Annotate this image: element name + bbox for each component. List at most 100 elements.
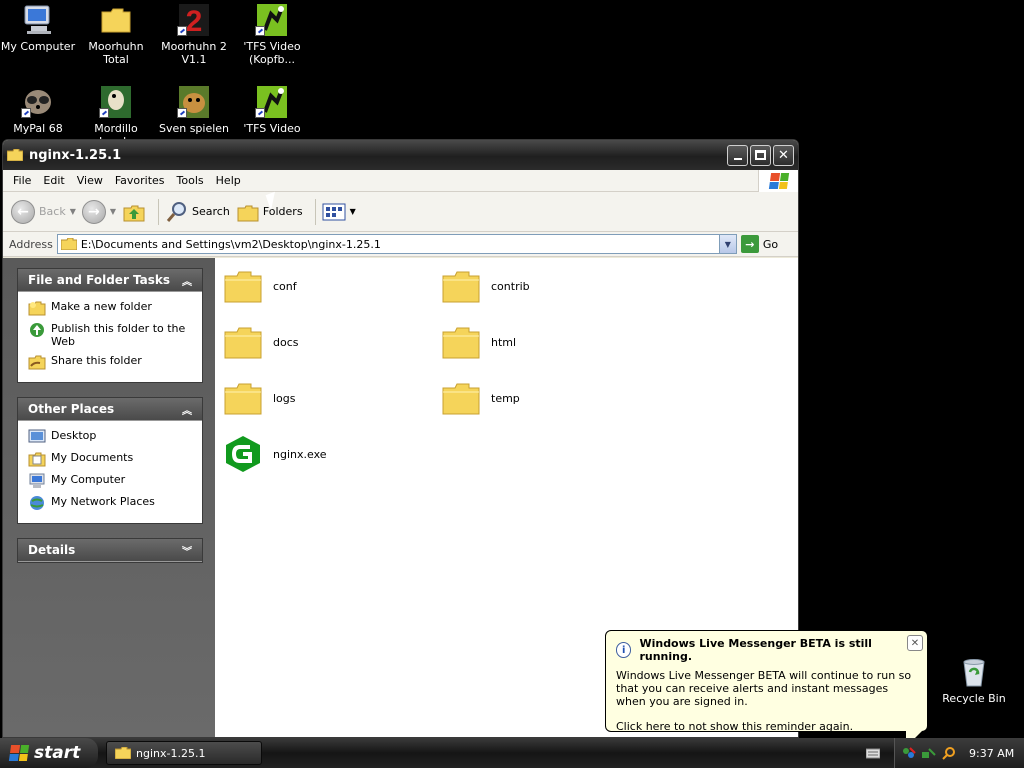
close-icon: ✕ [910,637,920,649]
keyboard-icon[interactable] [866,746,880,760]
desktop-icon [28,429,46,443]
tfs-video-icon [255,4,289,36]
menu-favorites[interactable]: Favorites [109,170,171,192]
menu-tools[interactable]: Tools [171,170,210,192]
place-my-computer[interactable]: My Computer [28,473,194,489]
taskbar-item-nginx[interactable]: nginx-1.25.1 [106,741,262,765]
search-tray-icon[interactable] [941,746,956,761]
address-dropdown-button[interactable]: ▼ [718,235,736,253]
windows-flag-icon [768,173,789,189]
back-label: Back [39,205,66,218]
folder-conf[interactable]: conf [223,266,297,306]
folder-icon [224,327,262,359]
back-button[interactable]: ← Back ▼ [11,199,76,224]
desktop-icon-my-computer[interactable]: My Computer [0,4,76,53]
go-button[interactable]: → Go [740,235,778,253]
panel-title: File and Folder Tasks [28,273,171,287]
balloon-dismiss-link[interactable]: Click here to not show this reminder aga… [616,720,917,733]
address-input[interactable]: E:\Documents and Settings\vm2\Desktop\ng… [56,234,737,254]
toolbar-separator [158,198,160,225]
windows-flag-icon [8,745,30,761]
close-icon: ✕ [778,147,789,163]
file-nginx-exe[interactable]: nginx.exe [223,434,327,474]
address-value: E:\Documents and Settings\vm2\Desktop\ng… [80,237,381,251]
forward-arrow-icon: → [81,199,106,224]
shortcut-arrow-icon [255,26,265,36]
dropdown-arrow-icon: ▼ [349,207,356,216]
file-folder-tasks-header[interactable]: File and Folder Tasks ︽ [18,269,202,292]
panel-title: Details [28,543,76,557]
info-icon: i [616,642,632,658]
folder-contrib[interactable]: contrib [441,266,530,306]
new-folder-icon [28,301,46,316]
task-make-new-folder[interactable]: Make a new folder [28,300,194,316]
computer-icon [29,473,45,488]
place-my-network[interactable]: My Network Places [28,495,194,511]
share-folder-icon [28,355,46,370]
address-bar: Address E:\Documents and Settings\vm2\De… [3,232,798,257]
dropdown-arrow-icon: ▼ [69,207,76,216]
shortcut-arrow-icon [99,108,109,118]
go-arrow-icon: → [740,235,759,253]
task-publish-web[interactable]: Publish this folder to the Web [28,322,194,348]
place-desktop[interactable]: Desktop [28,429,194,445]
desktop-icon-moorhuhn-total[interactable]: Moorhuhn Total [78,4,154,66]
other-places-header[interactable]: Other Places ︽ [18,398,202,421]
back-arrow-icon: ← [11,199,35,224]
menu-file[interactable]: File [7,170,37,192]
title-bar[interactable]: nginx-1.25.1 ✕ [3,140,798,170]
search-button[interactable]: Search [165,200,230,224]
close-button[interactable]: ✕ [773,144,794,166]
folder-html[interactable]: html [441,322,516,362]
messenger-icon[interactable] [901,746,916,761]
item-name: temp [491,391,520,405]
menu-help[interactable]: Help [210,170,247,192]
menu-edit[interactable]: Edit [37,170,70,192]
balloon-title: Windows Live Messenger BETA is still run… [639,637,872,663]
task-label: Make a new folder [51,300,152,313]
folder-docs[interactable]: docs [223,322,299,362]
minimize-button[interactable] [727,144,748,166]
item-name: contrib [491,279,530,293]
maximize-button[interactable] [750,144,771,166]
item-name: docs [273,335,299,349]
address-label: Address [9,237,53,251]
folders-label: Folders [262,205,303,218]
desktop-icon-label: Moorhuhn Total [88,40,144,66]
item-name: html [491,335,517,349]
balloon-close-button[interactable]: ✕ [907,635,923,651]
desktop-icon-tfs-video-1[interactable]: 'TFS Video (Kopfb... [234,4,310,66]
forward-button[interactable]: → ▼ [81,199,116,224]
shortcut-arrow-icon [21,108,31,118]
desktop-icon-tfs-video-2[interactable]: 'TFS Video [234,86,310,135]
desktop-icon-mypal[interactable]: MyPal 68 [0,86,76,135]
desktop-icon-sven-spielen[interactable]: Sven spielen [156,86,232,135]
shortcut-arrow-icon [177,108,187,118]
network-icon[interactable] [921,746,936,761]
desktop-icon-moorhuhn-2[interactable]: 2 Moorhuhn 2 V1.1 [156,4,232,66]
notification-balloon[interactable]: i Windows Live Messenger BETA is still r… [605,630,928,749]
folder-icon [442,383,480,415]
details-header[interactable]: Details ︾ [18,539,202,562]
collapse-chevron-icon: ︽ [182,276,192,288]
folder-logs[interactable]: logs [223,378,296,418]
start-button[interactable]: start [0,738,98,768]
taskbar-item-label: nginx-1.25.1 [136,746,206,760]
desktop-icon-recycle-bin[interactable]: Recycle Bin [936,656,1012,705]
folder-temp[interactable]: temp [441,378,520,418]
place-my-documents[interactable]: My Documents [28,451,194,467]
item-name: logs [273,391,296,405]
window-title: nginx-1.25.1 [29,147,122,163]
task-share-folder[interactable]: Share this folder [28,354,194,370]
up-button[interactable] [122,200,146,224]
desktop-icon-label: 'TFS Video (Kopfb... [243,40,301,66]
network-places-icon [30,496,44,510]
menu-view[interactable]: View [71,170,109,192]
views-button[interactable]: ▼ [322,202,356,222]
windows-logo [758,170,798,192]
moorhuhn-2-icon: 2 [177,4,211,38]
minimize-icon [733,158,742,160]
clock[interactable]: 9:37 AM [969,747,1014,760]
views-icon [322,203,346,220]
shortcut-arrow-icon [255,108,265,118]
